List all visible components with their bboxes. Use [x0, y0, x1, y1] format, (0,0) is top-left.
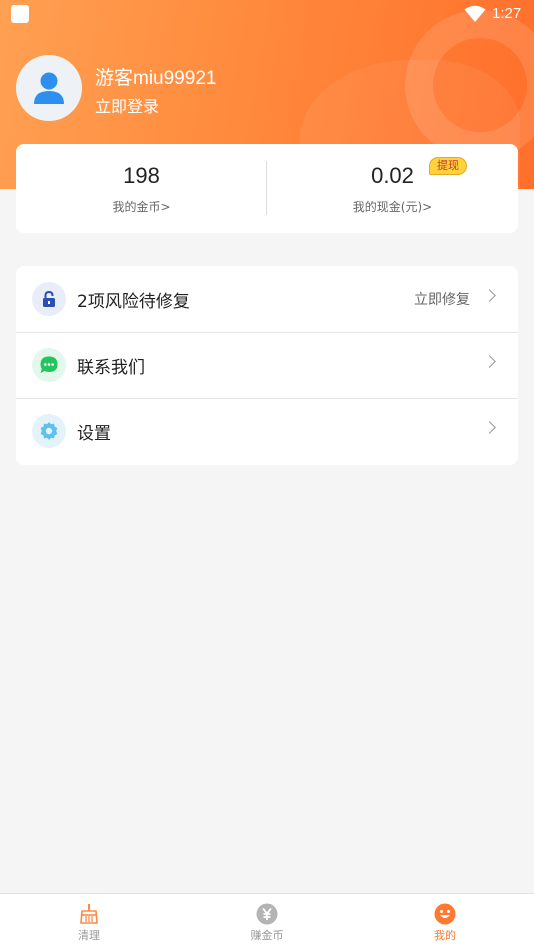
menu-label-settings: 设置: [77, 424, 111, 444]
status-bar: 1:27: [0, 0, 534, 28]
withdraw-badge[interactable]: 提现: [429, 157, 467, 175]
chevron-right-icon: [483, 289, 496, 302]
menu-item-risk-repair[interactable]: 2项风险待修复 立即修复: [16, 266, 518, 332]
smile-icon: [434, 903, 456, 925]
chevron-right-icon: [483, 421, 496, 434]
tab-mine[interactable]: 我的: [356, 894, 534, 949]
cash-value: 0.02: [371, 163, 414, 188]
avatar[interactable]: [16, 55, 82, 121]
coin-icon: [256, 903, 278, 925]
cash-label: 我的现金(元)>: [352, 200, 433, 214]
tab-clean[interactable]: 清理: [0, 894, 178, 949]
user-icon: [34, 72, 64, 104]
menu-card: 2项风险待修复 立即修复 联系我们 设置: [16, 266, 518, 465]
lock-icon: [32, 282, 66, 316]
menu-item-contact-us[interactable]: 联系我们: [16, 332, 518, 398]
chat-icon: [32, 348, 66, 382]
login-link[interactable]: 立即登录: [95, 93, 159, 117]
menu-item-settings[interactable]: 设置: [16, 398, 518, 464]
coins-value: 198: [123, 163, 160, 188]
broom-icon: [80, 904, 98, 924]
chevron-right-icon: [483, 355, 496, 368]
tab-mine-label: 我的: [434, 929, 456, 942]
tab-earn-coins-label: 赚金币: [250, 929, 284, 942]
notification-icon: [11, 5, 29, 23]
cash-stat[interactable]: 0.02 我的现金(元)>: [267, 144, 518, 233]
gear-icon: [32, 414, 66, 448]
bottom-tab-bar: 清理 赚金币 我的: [0, 893, 534, 949]
tab-clean-label: 清理: [78, 929, 100, 942]
menu-label-risk-repair: 2项风险待修复: [77, 292, 190, 312]
wifi-icon: [464, 5, 486, 22]
coins-label: 我的金币>: [112, 200, 171, 214]
menu-label-contact-us: 联系我们: [77, 358, 145, 378]
coins-stat[interactable]: 198 我的金币>: [16, 144, 267, 233]
username: 游客miu99921: [95, 68, 217, 89]
status-time: 1:27: [492, 5, 522, 22]
repair-now-link[interactable]: 立即修复: [414, 289, 470, 309]
tab-earn-coins[interactable]: 赚金币: [178, 894, 356, 949]
